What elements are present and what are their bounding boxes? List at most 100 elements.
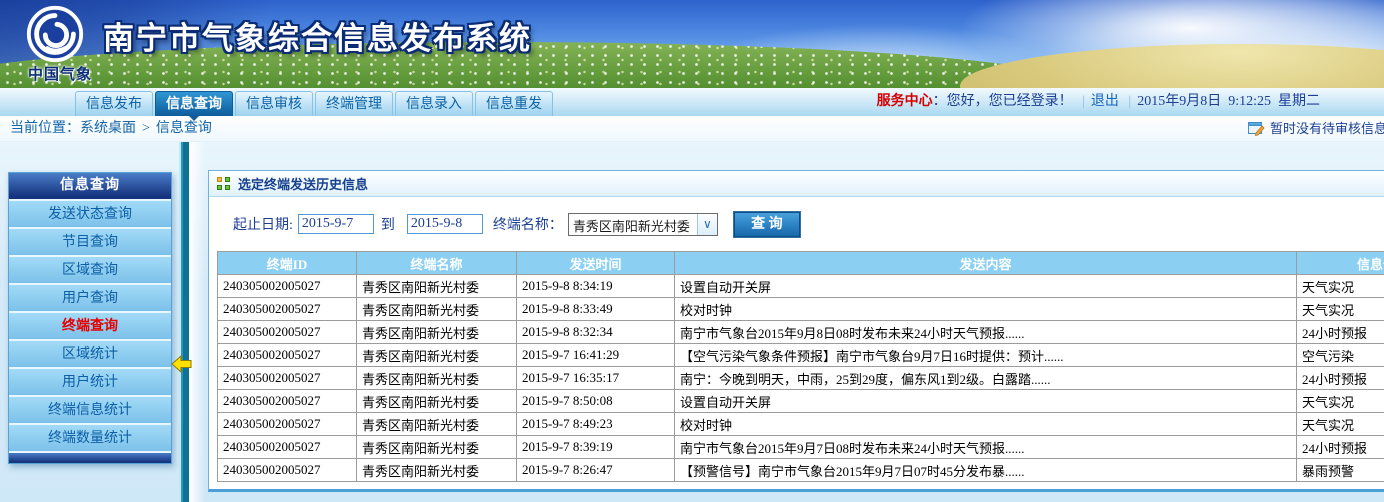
filter-form: 起止日期: 到 终端名称： 青秀区南阳新光村委 ∨ 查 询 (209, 197, 1384, 251)
sidebar-item-9[interactable]: 终端数量统计 (9, 423, 171, 451)
date-to-input[interactable] (407, 214, 483, 234)
table-row[interactable]: 240305002005027青秀区南阳新光村委2015-9-7 8:49:23… (218, 413, 1384, 436)
breadcrumb-home-link[interactable]: 系统桌面 (80, 121, 136, 136)
table-cell: 青秀区南阳新光村委 (357, 436, 517, 459)
sidebar-item-8[interactable]: 终端信息统计 (9, 395, 171, 423)
table-cell: 青秀区南阳新光村委 (357, 275, 517, 298)
terminal-select-value: 青秀区南阳新光村委 (569, 214, 697, 235)
date-from-input[interactable] (298, 214, 374, 234)
nav-tab-4[interactable]: 终端管理 (315, 91, 393, 116)
table-cell: 南宁：今晚到明天，中雨，25到29度，偏东风1到2级。白露踏...... (675, 367, 1297, 390)
table-cell: 2015-9-7 8:26:47 (517, 459, 675, 482)
logo-caption: 中国气象 (20, 63, 100, 84)
nav-tab-3[interactable]: 信息审核 (235, 91, 313, 116)
pending-review-text: 暂时没有待审核信息 (1270, 121, 1384, 136)
table-cell: 设置自动开关屏 (675, 390, 1297, 413)
table-cell: 暴雨预警 (1297, 459, 1384, 482)
login-greeting: ：您好，您已经登录！ (933, 94, 1073, 109)
table-body: 240305002005027青秀区南阳新光村委2015-9-8 8:34:19… (218, 275, 1384, 482)
table-cell: 240305002005027 (218, 344, 357, 367)
table-cell: 2015-9-7 16:41:29 (517, 344, 675, 367)
history-panel: 选定终端发送历史信息 起止日期: 到 终端名称： 青秀区南阳新光村委 ∨ 查 询… (208, 170, 1384, 492)
nav-tab-2[interactable]: 信息查询 (155, 91, 233, 116)
table-cell: 青秀区南阳新光村委 (357, 321, 517, 344)
table-cell: 2015-9-8 8:33:49 (517, 298, 675, 321)
table-cell: 24小时预报 (1297, 321, 1384, 344)
wheat-field-graphic (960, 44, 1384, 88)
table-row[interactable]: 240305002005027青秀区南阳新光村委2015-9-7 8:50:08… (218, 390, 1384, 413)
table-row[interactable]: 240305002005027青秀区南阳新光村委2015-9-7 16:41:2… (218, 344, 1384, 367)
table-cell: 【空气污染气象条件预报】南宁市气象台9月7日16时提供：预计...... (675, 344, 1297, 367)
table-cell: 2015-9-7 8:50:08 (517, 390, 675, 413)
sidebar-item-3[interactable]: 区域查询 (9, 255, 171, 283)
table-cell: 青秀区南阳新光村委 (357, 459, 517, 482)
cma-spiral-logo-icon (24, 3, 86, 70)
active-tab-pointer-icon (188, 115, 200, 127)
table-cell: 校对时钟 (675, 413, 1297, 436)
breadcrumb-current-link[interactable]: 信息查询 (156, 121, 212, 136)
nav-tab-6[interactable]: 信息重发 (475, 91, 553, 116)
table-cell: 2015-9-7 8:39:19 (517, 436, 675, 459)
sidebar-item-1[interactable]: 发送状态查询 (9, 199, 171, 227)
table-cell: 240305002005027 (218, 367, 357, 390)
nav-tab-1[interactable]: 信息发布 (75, 91, 153, 116)
breadcrumb: 当前位置：系统桌面 > 信息查询 (10, 116, 212, 142)
table-row[interactable]: 240305002005027青秀区南阳新光村委2015-9-7 8:39:19… (218, 436, 1384, 459)
table-row[interactable]: 240305002005027青秀区南阳新光村委2015-9-8 8:33:49… (218, 298, 1384, 321)
table-row[interactable]: 240305002005027青秀区南阳新光村委2015-9-8 8:32:34… (218, 321, 1384, 344)
breadcrumb-bar: 当前位置：系统桌面 > 信息查询 暂时没有待审核信息 (0, 116, 1384, 142)
sidebar-item-2[interactable]: 节目查询 (9, 227, 171, 255)
table-cell: 2015-9-8 8:34:19 (517, 275, 675, 298)
history-table: 终端ID终端名称发送时间发送内容信息位 240305002005027青秀区南阳… (217, 251, 1384, 482)
table-cell: 设置自动开关屏 (675, 275, 1297, 298)
panel-blocks-icon (217, 177, 231, 191)
sidebar-collapse-arrow-icon[interactable] (170, 354, 194, 379)
main-nav-bar: 信息发布信息查询信息审核终端管理信息录入信息重发 服务中心：您好，您已经登录！ … (0, 88, 1384, 116)
table-cell: 南宁市气象台2015年9月8日08时发布未来24小时天气预报...... (675, 321, 1297, 344)
table-cell: 2015-9-7 8:49:23 (517, 413, 675, 436)
location-label: 当前位置： (10, 121, 80, 136)
table-row[interactable]: 240305002005027青秀区南阳新光村委2015-9-8 8:34:19… (218, 275, 1384, 298)
table-cell: 青秀区南阳新光村委 (357, 367, 517, 390)
terminal-name-label: 终端名称： (493, 214, 563, 234)
sidebar-divider (179, 142, 189, 502)
sidebar-item-7[interactable]: 用户统计 (9, 367, 171, 395)
nav-tabs: 信息发布信息查询信息审核终端管理信息录入信息重发 (75, 91, 553, 116)
table-cell: 240305002005027 (218, 321, 357, 344)
table-cell: 240305002005027 (218, 275, 357, 298)
logout-link[interactable]: 退出 (1091, 94, 1119, 109)
panel-header: 选定终端发送历史信息 (209, 171, 1384, 197)
nav-tab-5[interactable]: 信息录入 (395, 91, 473, 116)
column-header: 发送时间 (517, 252, 675, 275)
table-header-row: 终端ID终端名称发送时间发送内容信息位 (218, 252, 1384, 275)
table-row[interactable]: 240305002005027青秀区南阳新光村委2015-9-7 8:26:47… (218, 459, 1384, 482)
table-cell: 240305002005027 (218, 436, 357, 459)
separator: | (1128, 94, 1131, 109)
sidebar-item-4[interactable]: 用户查询 (9, 283, 171, 311)
table-cell: 天气实况 (1297, 390, 1384, 413)
service-center-label: 服务中心 (877, 94, 933, 109)
sidebar-title: 信息查询 (9, 173, 171, 199)
table-cell: 空气污染 (1297, 344, 1384, 367)
breadcrumb-arrow: > (142, 121, 150, 136)
sidebar-item-5[interactable]: 终端查询 (9, 311, 171, 339)
table-cell: 天气实况 (1297, 413, 1384, 436)
current-datetime: 2015年9月8日 9:12:25 星期二 (1137, 94, 1320, 109)
sidebar-item-6[interactable]: 区域统计 (9, 339, 171, 367)
combo-dropdown-icon[interactable]: ∨ (697, 214, 717, 235)
table-cell: 240305002005027 (218, 413, 357, 436)
service-center-info: 服务中心：您好，您已经登录！ |退出 |2015年9月8日 9:12:25 星期… (877, 88, 1320, 116)
column-header: 终端名称 (357, 252, 517, 275)
terminal-select[interactable]: 青秀区南阳新光村委 ∨ (568, 213, 718, 236)
table-cell: 青秀区南阳新光村委 (357, 298, 517, 321)
sidebar-items: 发送状态查询节目查询区域查询用户查询终端查询区域统计用户统计终端信息统计终端数量… (9, 199, 171, 451)
system-title: 南宁市气象综合信息发布系统 (103, 13, 532, 58)
table-cell: 天气实况 (1297, 275, 1384, 298)
query-button[interactable]: 查 询 (734, 212, 800, 237)
table-row[interactable]: 240305002005027青秀区南阳新光村委2015-9-7 16:35:1… (218, 367, 1384, 390)
column-header: 信息位 (1297, 252, 1384, 275)
table-cell: 校对时钟 (675, 298, 1297, 321)
header-banner: 中国气象 南宁市气象综合信息发布系统 (0, 0, 1384, 88)
table-cell: 青秀区南阳新光村委 (357, 390, 517, 413)
table-cell: 天气实况 (1297, 298, 1384, 321)
